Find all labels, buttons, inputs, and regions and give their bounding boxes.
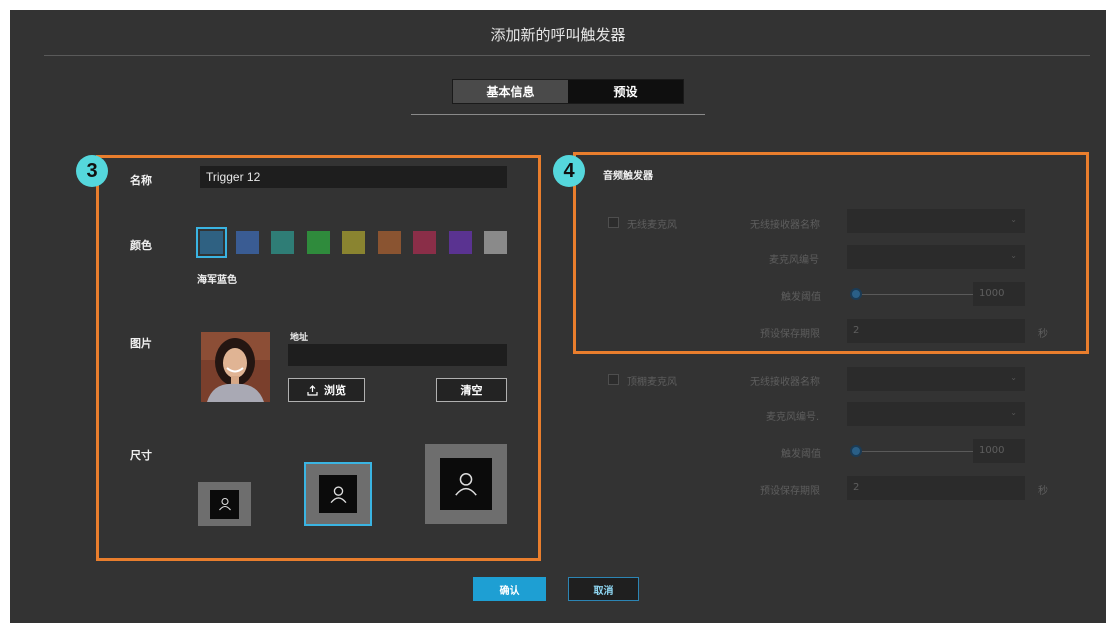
clear-button[interactable]: 清空 bbox=[436, 378, 507, 402]
chevron-down-icon: ⌄ bbox=[1010, 215, 1017, 224]
profile-photo-image bbox=[201, 332, 270, 402]
wireless-mic-label: 无线麦克风 bbox=[627, 220, 677, 231]
color-swatch[interactable] bbox=[307, 231, 330, 254]
size-option-large[interactable] bbox=[425, 444, 507, 524]
image-label: 图片 bbox=[130, 337, 152, 350]
address-label: 地址 bbox=[290, 333, 309, 343]
name-input[interactable]: Trigger 12 bbox=[200, 166, 507, 188]
hold-time-unit: 秒 bbox=[1038, 486, 1048, 497]
dialog: 添加新的呼叫触发器 基本信息 预设 3 名称 Trigger 12 颜色 海军蓝… bbox=[10, 10, 1106, 623]
receiver-name-label: 无线接收器名称 bbox=[750, 377, 820, 388]
threshold-input[interactable]: 1000 bbox=[973, 282, 1025, 306]
person-icon bbox=[218, 497, 231, 511]
person-icon bbox=[455, 473, 477, 496]
ceiling-mic-checkbox[interactable] bbox=[608, 374, 619, 385]
address-input[interactable] bbox=[288, 344, 507, 366]
cancel-button[interactable]: 取消 bbox=[568, 577, 639, 601]
tab-basic-info[interactable]: 基本信息 bbox=[453, 80, 568, 103]
color-swatch[interactable] bbox=[271, 231, 294, 254]
mic-number-select[interactable]: ⌄ bbox=[847, 402, 1025, 426]
ceiling-mic-label: 顶棚麦克风 bbox=[627, 377, 677, 388]
chevron-down-icon: ⌄ bbox=[1010, 373, 1017, 382]
threshold-slider-handle[interactable] bbox=[850, 445, 862, 457]
receiver-name-select[interactable]: ⌄ bbox=[847, 367, 1025, 391]
dialog-title: 添加新的呼叫触发器 bbox=[490, 26, 626, 44]
browse-button[interactable]: 浏览 bbox=[288, 378, 365, 402]
color-label: 颜色 bbox=[130, 239, 152, 252]
color-swatch[interactable] bbox=[413, 231, 436, 254]
color-swatch[interactable] bbox=[236, 231, 259, 254]
threshold-input[interactable]: 1000 bbox=[973, 439, 1025, 463]
tab-presets[interactable]: 预设 bbox=[568, 80, 683, 103]
title-divider bbox=[44, 55, 1090, 56]
hold-time-label: 预设保存期限 bbox=[760, 486, 820, 497]
receiver-name-label: 无线接收器名称 bbox=[750, 220, 820, 231]
size-option-small[interactable] bbox=[198, 482, 251, 526]
profile-photo bbox=[201, 332, 270, 402]
hold-time-unit: 秒 bbox=[1038, 329, 1048, 340]
mic-number-label: 麦克风编号 bbox=[769, 255, 819, 266]
upload-icon bbox=[307, 384, 318, 396]
browse-label: 浏览 bbox=[324, 384, 346, 397]
mic-number-label: 麦克风编号. bbox=[766, 412, 820, 423]
size-label: 尺寸 bbox=[130, 449, 152, 462]
wireless-mic-checkbox[interactable] bbox=[608, 217, 619, 228]
callout-badge-4: 4 bbox=[553, 155, 585, 187]
callout-badge-3: 3 bbox=[76, 155, 108, 187]
color-swatch[interactable] bbox=[449, 231, 472, 254]
threshold-slider-track bbox=[856, 451, 976, 452]
hold-time-input[interactable]: 2 bbox=[847, 319, 1025, 343]
hold-time-input[interactable]: 2 bbox=[847, 476, 1025, 500]
color-swatch[interactable] bbox=[484, 231, 507, 254]
chevron-down-icon: ⌄ bbox=[1010, 251, 1017, 260]
size-option-medium[interactable] bbox=[304, 462, 372, 526]
audio-section-title: 音频触发器 bbox=[603, 171, 653, 182]
color-swatch[interactable] bbox=[342, 231, 365, 254]
person-icon bbox=[330, 485, 346, 503]
selected-color-name: 海军蓝色 bbox=[197, 275, 237, 286]
chevron-down-icon: ⌄ bbox=[1010, 408, 1017, 417]
hold-time-label: 预设保存期限 bbox=[760, 329, 820, 340]
tab-bar: 基本信息 预设 bbox=[452, 79, 684, 104]
threshold-slider-track bbox=[856, 294, 976, 295]
threshold-label: 触发阈值 bbox=[781, 292, 821, 303]
confirm-button[interactable]: 确认 bbox=[473, 577, 546, 601]
receiver-name-select[interactable]: ⌄ bbox=[847, 209, 1025, 233]
mic-number-select[interactable]: ⌄ bbox=[847, 245, 1025, 269]
threshold-label: 触发阈值 bbox=[781, 449, 821, 460]
color-swatch[interactable] bbox=[196, 227, 227, 258]
threshold-slider-handle[interactable] bbox=[850, 288, 862, 300]
name-label: 名称 bbox=[130, 174, 152, 187]
color-swatch[interactable] bbox=[378, 231, 401, 254]
tab-divider bbox=[411, 114, 705, 115]
